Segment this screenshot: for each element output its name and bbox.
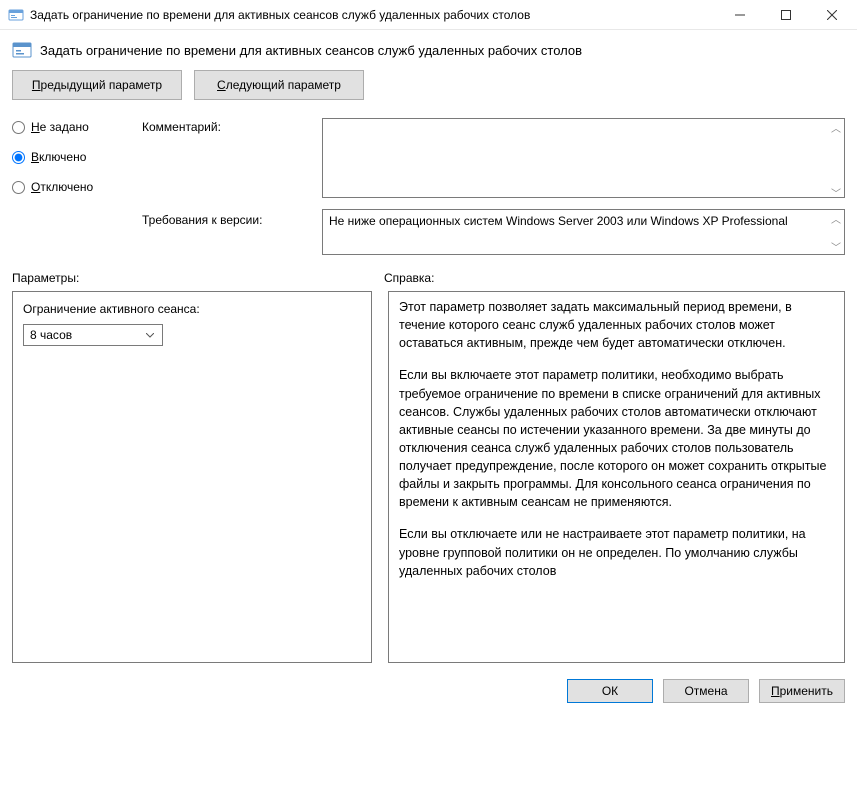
chevron-down-icon[interactable]: ﹀: [829, 185, 843, 199]
comment-textarea[interactable]: [322, 118, 845, 198]
radio-not-configured-input[interactable]: [12, 121, 25, 134]
comment-spin: ︿ ﹀: [829, 120, 843, 199]
supported-spin: ︿ ﹀: [829, 211, 843, 253]
help-scroll[interactable]: Этот параметр позволяет задать максималь…: [399, 298, 842, 656]
previous-setting-button[interactable]: Предыдущий параметр: [12, 70, 182, 100]
active-limit-label: Ограничение активного сеанса:: [23, 302, 361, 316]
help-paragraph: Этот параметр позволяет задать максималь…: [399, 298, 834, 352]
state-radio-group: Не задано Включено Отключено: [12, 118, 142, 194]
radio-enabled-input[interactable]: [12, 151, 25, 164]
help-panel: Этот параметр позволяет задать максималь…: [388, 291, 845, 663]
minimize-button[interactable]: [717, 0, 763, 30]
app-icon: [8, 7, 24, 23]
nav-buttons: Предыдущий параметр Следующий параметр: [12, 70, 845, 100]
active-limit-dropdown[interactable]: 8 часов: [23, 324, 163, 346]
options-label: Параметры:: [12, 271, 384, 285]
maximize-button[interactable]: [763, 0, 809, 30]
active-limit-value: 8 часов: [30, 328, 72, 342]
options-panel: Ограничение активного сеанса: 8 часов: [12, 291, 372, 663]
next-setting-button[interactable]: Следующий параметр: [194, 70, 364, 100]
content-area: Задать ограничение по времени для активн…: [0, 30, 857, 669]
policy-title: Задать ограничение по времени для активн…: [40, 43, 582, 58]
ok-button[interactable]: ОК: [567, 679, 653, 703]
help-label: Справка:: [384, 271, 845, 285]
supported-label: Требования к версии:: [142, 209, 322, 227]
policy-header: Задать ограничение по времени для активн…: [12, 40, 845, 60]
radio-disabled[interactable]: Отключено: [12, 180, 142, 194]
panels: Ограничение активного сеанса: 8 часов Эт…: [12, 291, 845, 663]
close-button[interactable]: [809, 0, 855, 30]
window-title: Задать ограничение по времени для активн…: [30, 8, 717, 22]
help-paragraph: Если вы отключаете или не настраиваете э…: [399, 525, 834, 579]
comment-label: Комментарий:: [142, 118, 322, 134]
help-paragraph: Если вы включаете этот параметр политики…: [399, 366, 834, 511]
titlebar: Задать ограничение по времени для активн…: [0, 0, 857, 30]
state-grid: Не задано Включено Отключено Комментарий…: [12, 118, 845, 255]
comment-box-wrap: ︿ ﹀: [322, 118, 845, 201]
radio-enabled[interactable]: Включено: [12, 150, 142, 164]
chevron-up-icon[interactable]: ︿: [829, 211, 843, 225]
chevron-up-icon[interactable]: ︿: [829, 120, 843, 134]
policy-icon: [12, 40, 32, 60]
mid-labels: Параметры: Справка:: [12, 271, 845, 285]
supported-text: Не ниже операционных систем Windows Serv…: [322, 209, 845, 255]
radio-not-configured[interactable]: Не задано: [12, 120, 142, 134]
footer-buttons: ОК Отмена Применить: [0, 669, 857, 713]
chevron-down-icon[interactable]: ﹀: [829, 239, 843, 253]
apply-button[interactable]: Применить: [759, 679, 845, 703]
cancel-button[interactable]: Отмена: [663, 679, 749, 703]
radio-disabled-input[interactable]: [12, 181, 25, 194]
chevron-down-icon: [142, 333, 158, 338]
supported-wrap: Не ниже операционных систем Windows Serv…: [322, 209, 845, 255]
